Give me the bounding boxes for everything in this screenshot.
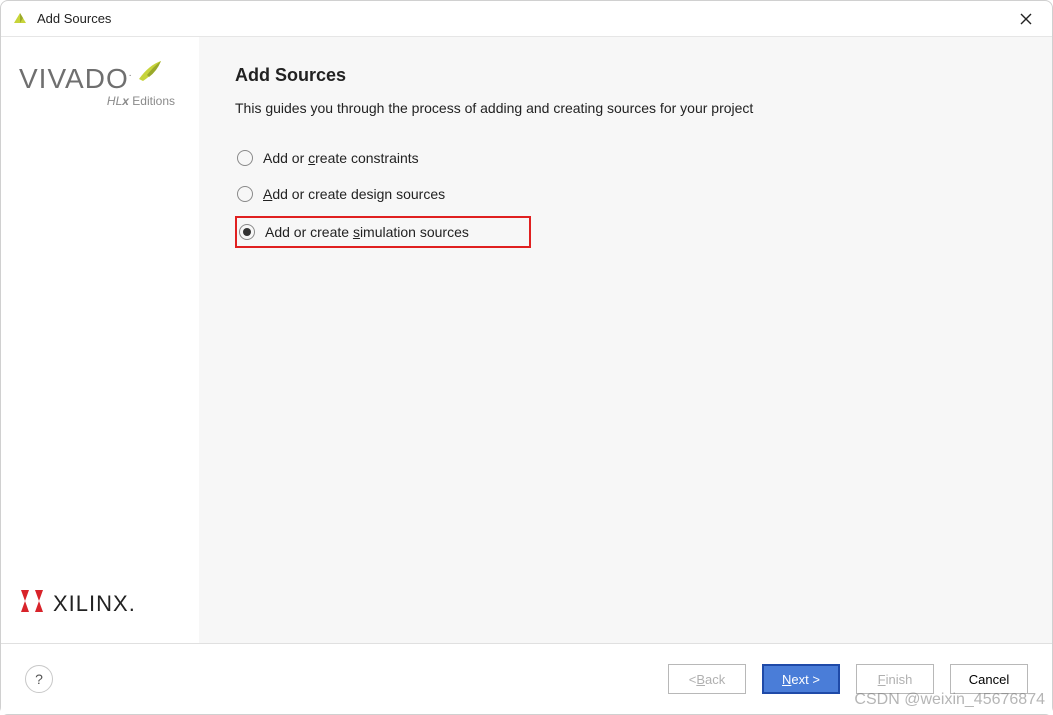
- option-label: Add or create constraints: [263, 150, 419, 166]
- help-icon: ?: [35, 671, 43, 687]
- next-button[interactable]: Next >: [762, 664, 840, 694]
- radio-icon[interactable]: [237, 150, 253, 166]
- page-description: This guides you through the process of a…: [235, 100, 1028, 116]
- finish-button: Finish: [856, 664, 934, 694]
- button-row: < Back Next > Finish Cancel: [668, 664, 1028, 694]
- page-heading: Add Sources: [235, 65, 1028, 86]
- radio-icon[interactable]: [239, 224, 255, 240]
- window-title: Add Sources: [37, 11, 1010, 26]
- dialog-body: VIVADO. HLx Editions: [1, 37, 1052, 644]
- footer: ? < Back Next > Finish Cancel: [1, 644, 1052, 714]
- leaf-icon: [135, 59, 165, 90]
- back-button: < Back: [668, 664, 746, 694]
- vivado-logo: VIVADO. HLx Editions: [19, 65, 181, 107]
- option-label: Add or create design sources: [263, 186, 445, 202]
- option-design-sources[interactable]: Add or create design sources: [235, 180, 1028, 208]
- add-sources-dialog: Add Sources VIVADO. HLx Editions: [0, 0, 1053, 715]
- option-constraints[interactable]: Add or create constraints: [235, 144, 1028, 172]
- option-simulation-sources[interactable]: Add or create simulation sources: [235, 216, 531, 248]
- main-panel: Add Sources This guides you through the …: [199, 37, 1052, 643]
- cancel-button[interactable]: Cancel: [950, 664, 1028, 694]
- titlebar: Add Sources: [1, 1, 1052, 37]
- help-button[interactable]: ?: [25, 665, 53, 693]
- vivado-wordmark: VIVADO: [19, 65, 129, 93]
- radio-icon[interactable]: [237, 186, 253, 202]
- xilinx-wordmark: XILINX.: [53, 591, 136, 617]
- xilinx-logo: XILINX.: [19, 588, 181, 619]
- close-button[interactable]: [1010, 5, 1042, 33]
- vivado-subtitle: HLx Editions: [19, 95, 181, 107]
- xilinx-x-icon: [19, 588, 45, 619]
- app-icon: [11, 10, 29, 28]
- sidebar: VIVADO. HLx Editions: [1, 37, 199, 643]
- option-label: Add or create simulation sources: [265, 224, 469, 240]
